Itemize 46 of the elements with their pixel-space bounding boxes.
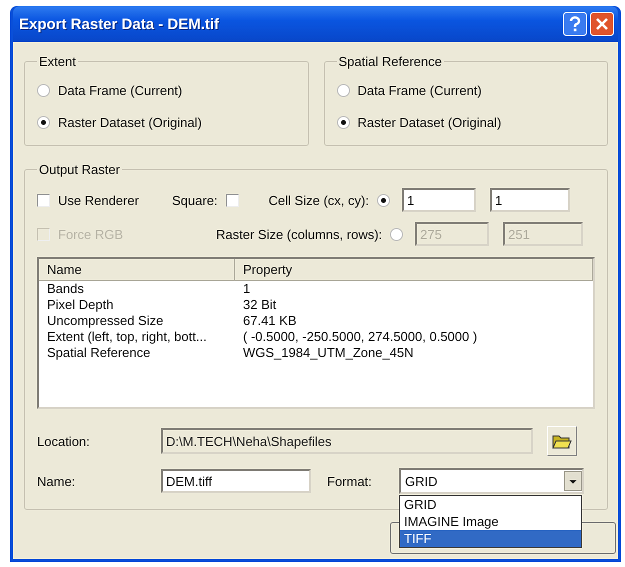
option-label: Data Frame (Current) bbox=[358, 82, 482, 98]
dropdown-option[interactable]: TIFF bbox=[400, 530, 581, 547]
field-label: Name: bbox=[37, 474, 76, 488]
group-title: Spatial Reference bbox=[338, 54, 443, 69]
checkbox-label: Square: bbox=[172, 192, 218, 208]
radio-button[interactable] bbox=[37, 116, 50, 128]
checkbox-label: Use Renderer bbox=[58, 192, 140, 208]
folder-icon bbox=[552, 433, 572, 449]
group-title: Output Raster bbox=[38, 162, 121, 177]
table-cell-text: Pixel Depth bbox=[46, 297, 114, 313]
table-cell-text: 32 Bit bbox=[242, 297, 278, 313]
field-label: Format: bbox=[327, 474, 373, 488]
option-label: Data Frame (Current) bbox=[58, 82, 182, 98]
table-cell-text: Spatial Reference bbox=[46, 345, 152, 361]
help-icon[interactable] bbox=[563, 12, 587, 36]
option-label: Raster Dataset (Original) bbox=[358, 114, 502, 130]
table-cell-text: Uncompressed Size bbox=[46, 313, 164, 329]
table-cell-text: 1 bbox=[242, 281, 252, 297]
table-cell-text: WGS_1984_UTM_Zone_45N bbox=[242, 345, 415, 361]
checkbox[interactable] bbox=[37, 194, 50, 206]
radio-button[interactable] bbox=[336, 84, 350, 96]
group-title: Extent bbox=[38, 54, 77, 69]
radio-button[interactable] bbox=[37, 84, 50, 96]
close-icon[interactable] bbox=[590, 12, 614, 36]
name-field[interactable]: DEM.tiff bbox=[161, 469, 311, 493]
open-folder-button[interactable] bbox=[547, 426, 577, 456]
table-cell-text: ( -0.5000, -250.5000, 274.5000, 0.5000 ) bbox=[242, 329, 478, 345]
window-title: Export Raster Data - DEM.tif bbox=[19, 16, 220, 32]
location-field[interactable]: D:\M.TECH\Neha\Shapefiles bbox=[161, 428, 533, 454]
caret-icon[interactable] bbox=[564, 471, 582, 491]
column-header[interactable]: Property bbox=[235, 259, 593, 280]
radio-button[interactable] bbox=[376, 194, 390, 206]
option-label: Raster Dataset (Original) bbox=[58, 114, 202, 130]
radio-button[interactable] bbox=[336, 116, 350, 128]
input-field[interactable]: 1 bbox=[490, 188, 570, 212]
table-cell-text: 67.41 KB bbox=[242, 313, 298, 329]
column-header[interactable]: Name bbox=[39, 259, 235, 280]
dropdown-value: GRID bbox=[405, 474, 438, 488]
radio-button[interactable] bbox=[390, 228, 404, 240]
checkbox[interactable] bbox=[226, 194, 239, 206]
table-cell-text: Bands bbox=[46, 281, 85, 297]
table-cell-text: Extent (left, top, right, bott... bbox=[46, 329, 208, 345]
input-field[interactable]: 1 bbox=[402, 188, 476, 212]
option-label: Cell Size (cx, cy): bbox=[268, 192, 369, 208]
field-label: Location: bbox=[37, 434, 91, 448]
option-label: Raster Size (columns, rows): bbox=[216, 226, 382, 242]
